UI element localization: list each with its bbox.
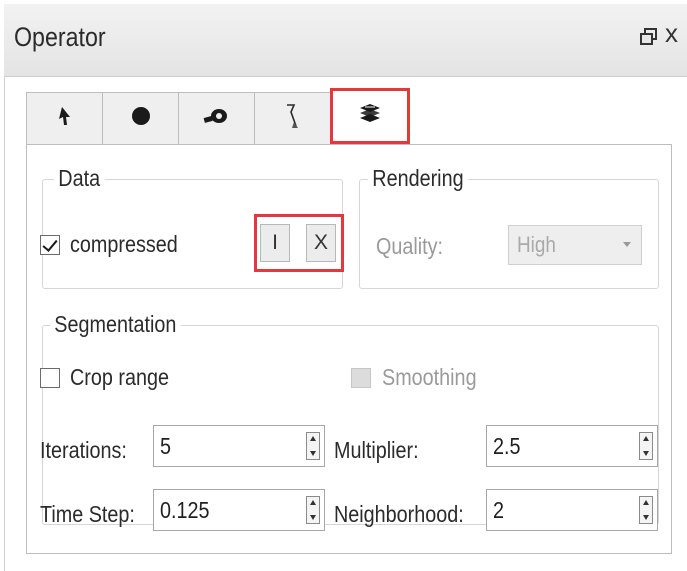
close-icon[interactable]: x xyxy=(665,18,678,49)
tab-sphere[interactable] xyxy=(102,92,179,144)
crop-range-label: Crop range xyxy=(70,364,169,390)
segmentation-group-title: Segmentation xyxy=(50,311,181,338)
compressed-checkbox[interactable] xyxy=(40,235,60,255)
iterations-spinbox[interactable]: 5 xyxy=(153,425,325,467)
multiplier-label: Multiplier: xyxy=(334,437,419,463)
crop-range-checkbox[interactable] xyxy=(40,368,60,388)
neighborhood-spinbox[interactable]: 2 xyxy=(486,489,658,531)
panel-title-bar xyxy=(4,4,687,77)
panel-title: Operator xyxy=(14,22,106,52)
time-step-value: 0.125 xyxy=(160,497,210,523)
export-button[interactable]: X xyxy=(306,224,336,262)
tab-brush[interactable] xyxy=(254,92,331,144)
neighborhood-label: Neighborhood: xyxy=(334,501,464,527)
data-group-title: Data xyxy=(54,165,105,192)
multiplier-stepper[interactable] xyxy=(639,432,653,460)
sphere-icon xyxy=(130,105,152,132)
layers-segmentation-icon xyxy=(357,102,383,131)
quality-value: High xyxy=(517,232,556,257)
tab-camera[interactable] xyxy=(178,92,255,144)
multiplier-spinbox[interactable]: 2.5 xyxy=(486,425,658,467)
iterations-value: 5 xyxy=(160,433,172,459)
smoothing-label: Smoothing xyxy=(382,364,477,390)
pointer-arrow-icon xyxy=(56,105,74,132)
chevron-down-icon xyxy=(623,242,631,247)
tab-segmentation[interactable] xyxy=(330,88,410,144)
smoothing-checkbox[interactable] xyxy=(351,368,371,388)
time-step-stepper[interactable] xyxy=(306,496,320,524)
camera-icon xyxy=(202,105,232,132)
iterations-label: Iterations: xyxy=(40,437,127,463)
neighborhood-stepper[interactable] xyxy=(639,496,653,524)
tab-pointer[interactable] xyxy=(26,92,103,144)
brush-tool-icon xyxy=(282,102,304,135)
neighborhood-value: 2 xyxy=(493,497,505,523)
float-window-icon[interactable] xyxy=(640,28,658,46)
import-button[interactable]: I xyxy=(260,224,290,262)
time-step-spinbox[interactable]: 0.125 xyxy=(153,489,325,531)
quality-select[interactable]: High xyxy=(508,225,642,265)
multiplier-value: 2.5 xyxy=(493,433,521,459)
quality-label: Quality: xyxy=(376,233,444,259)
compressed-label: compressed xyxy=(70,231,178,257)
time-step-label: Time Step: xyxy=(40,501,135,527)
iterations-stepper[interactable] xyxy=(306,432,320,460)
rendering-group-title: Rendering xyxy=(368,165,468,192)
